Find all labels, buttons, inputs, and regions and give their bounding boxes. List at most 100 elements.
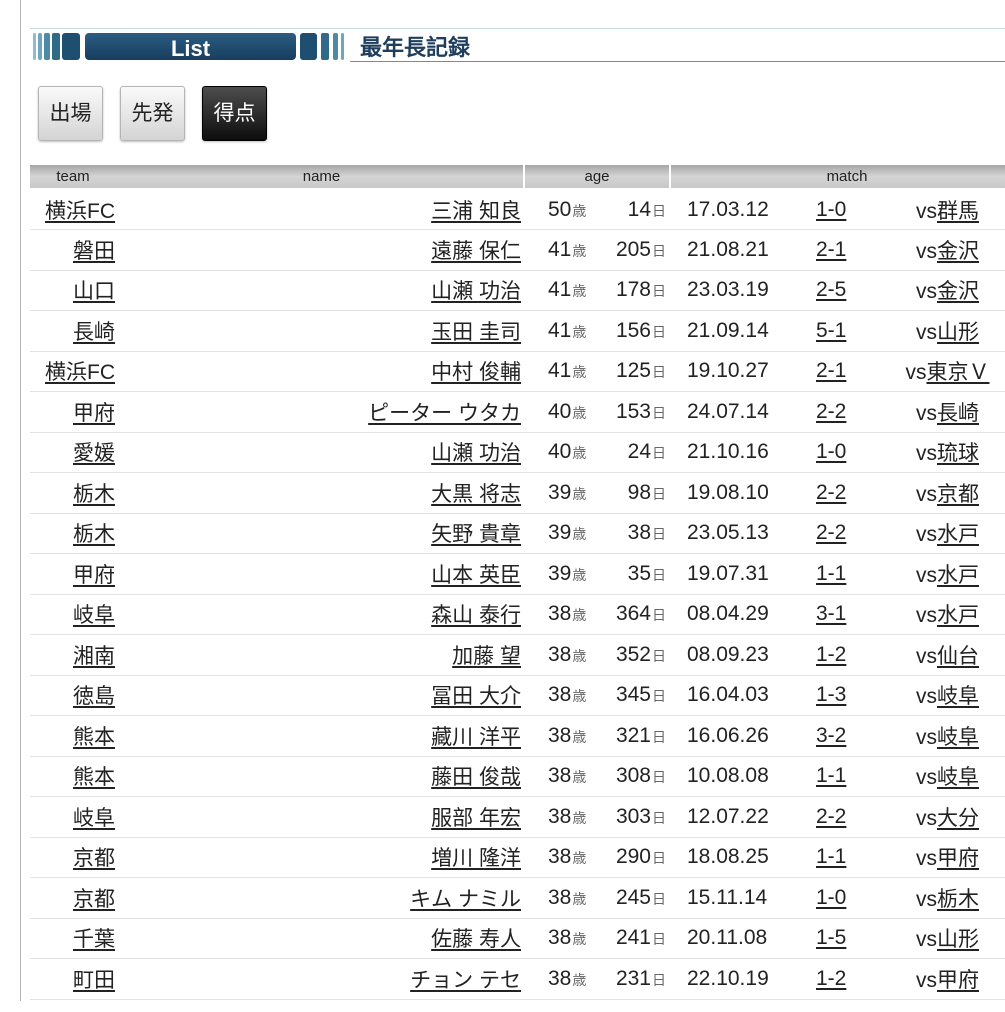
team-link[interactable]: 山口 — [73, 280, 115, 303]
opponent-link[interactable]: 水戸 — [937, 564, 979, 587]
player-link[interactable]: 佐藤 寿人 — [431, 928, 521, 951]
player-link[interactable]: 中村 俊輔 — [431, 361, 521, 384]
opponent-link[interactable]: 岐阜 — [937, 766, 979, 789]
player-link[interactable]: 大黒 将志 — [431, 483, 521, 506]
oldest-records-table: team name age match 横浜FC 三浦 知良 50歳 14日 17.03… — [30, 165, 1005, 1000]
score-link[interactable]: 1-0 — [816, 198, 846, 221]
player-link[interactable]: 増川 隆洋 — [431, 847, 521, 870]
opponent-cell: vs岐阜 — [890, 675, 1005, 716]
team-link[interactable]: 磐田 — [73, 240, 115, 263]
player-link[interactable]: 森山 泰行 — [431, 604, 521, 627]
opponent-link[interactable]: 水戸 — [937, 604, 979, 627]
years-unit: 歳 — [572, 283, 587, 300]
team-link[interactable]: 熊本 — [73, 766, 115, 789]
score-link[interactable]: 1-5 — [816, 926, 846, 949]
team-link[interactable]: 熊本 — [73, 726, 115, 749]
team-link[interactable]: 京都 — [73, 847, 115, 870]
opponent-link[interactable]: 大分 — [937, 807, 979, 830]
score-link[interactable]: 2-2 — [816, 805, 846, 828]
team-link[interactable]: 愛媛 — [73, 442, 115, 465]
team-link[interactable]: 湘南 — [73, 645, 115, 668]
opponent-link[interactable]: 岐阜 — [937, 726, 979, 749]
opponent-link[interactable]: 岐阜 — [937, 685, 979, 708]
age-days: 345 — [615, 683, 651, 707]
age-days-cell: 308日 — [600, 756, 670, 797]
title-underline — [350, 61, 1005, 62]
opponent-link[interactable]: 甲府 — [937, 969, 979, 992]
opponent-cell: vs水戸 — [890, 594, 1005, 635]
player-link[interactable]: 冨田 大介 — [431, 685, 521, 708]
opponent-link[interactable]: 甲府 — [937, 847, 979, 870]
days-unit: 日 — [652, 404, 666, 421]
player-link[interactable]: 服部 年宏 — [431, 807, 521, 830]
years-unit: 歳 — [572, 931, 587, 948]
opponent-link[interactable]: 京都 — [937, 483, 979, 506]
score-link[interactable]: 3-2 — [816, 724, 846, 747]
opponent-link[interactable]: 栃木 — [937, 888, 979, 911]
team-link[interactable]: 京都 — [73, 888, 115, 911]
team-link[interactable]: 甲府 — [73, 402, 115, 425]
opponent-link[interactable]: 水戸 — [937, 523, 979, 546]
team-link[interactable]: 長崎 — [73, 321, 115, 344]
player-link[interactable]: 遠藤 保仁 — [431, 240, 521, 263]
score-link[interactable]: 1-0 — [816, 886, 846, 909]
player-link[interactable]: ピーター ウタカ — [368, 402, 521, 425]
banner-stripe — [333, 33, 338, 60]
opponent-link[interactable]: 長崎 — [937, 402, 979, 425]
score-link[interactable]: 1-0 — [816, 440, 846, 463]
score-link[interactable]: 1-1 — [816, 845, 846, 868]
score-link[interactable]: 2-1 — [816, 359, 846, 382]
opponent-link[interactable]: 仙台 — [937, 645, 979, 668]
score-link[interactable]: 1-2 — [816, 967, 846, 990]
opponent-link[interactable]: 琉球 — [937, 442, 979, 465]
score-link[interactable]: 1-2 — [816, 643, 846, 666]
score-link[interactable]: 3-1 — [816, 602, 846, 625]
player-link[interactable]: 藤田 俊哉 — [431, 766, 521, 789]
tab-goals[interactable]: 得点 — [202, 86, 267, 141]
team-link[interactable]: 岐阜 — [73, 604, 115, 627]
score-link[interactable]: 2-5 — [816, 278, 846, 301]
player-link[interactable]: チョン テセ — [410, 969, 521, 992]
score-link[interactable]: 1-3 — [816, 683, 846, 706]
vs-prefix: vs — [916, 806, 937, 830]
score-link[interactable]: 2-1 — [816, 238, 846, 261]
player-link[interactable]: 山本 英臣 — [431, 564, 521, 587]
team-link[interactable]: 千葉 — [73, 928, 115, 951]
score-link[interactable]: 2-2 — [816, 400, 846, 423]
opponent-link[interactable]: 山形 — [937, 928, 979, 951]
player-link[interactable]: キム ナミル — [410, 888, 521, 911]
score-link[interactable]: 2-2 — [816, 521, 846, 544]
player-link[interactable]: 山瀬 功治 — [431, 442, 521, 465]
opponent-link[interactable]: 金沢 — [937, 240, 979, 263]
team-link[interactable]: 横浜FC — [45, 361, 115, 384]
score-link[interactable]: 1-1 — [816, 764, 846, 787]
player-link[interactable]: 三浦 知良 — [431, 200, 521, 223]
team-cell: 岐阜 — [30, 594, 120, 635]
score-link[interactable]: 1-1 — [816, 562, 846, 585]
player-link[interactable]: 山瀬 功治 — [431, 280, 521, 303]
team-link[interactable]: 甲府 — [73, 564, 115, 587]
team-link[interactable]: 岐阜 — [73, 807, 115, 830]
player-link[interactable]: 玉田 圭司 — [431, 321, 521, 344]
team-link[interactable]: 徳島 — [73, 685, 115, 708]
score-link[interactable]: 2-2 — [816, 481, 846, 504]
player-link[interactable]: 藏川 洋平 — [431, 726, 521, 749]
years-unit: 歳 — [572, 769, 587, 786]
tab-starts[interactable]: 先発 — [120, 86, 185, 141]
score-link[interactable]: 5-1 — [816, 319, 846, 342]
player-cell: 三浦 知良 — [120, 189, 524, 230]
team-link[interactable]: 栃木 — [73, 483, 115, 506]
team-link[interactable]: 横浜FC — [45, 200, 115, 223]
opponent-link[interactable]: 山形 — [937, 321, 979, 344]
opponent-link[interactable]: 群馬 — [937, 200, 979, 223]
age-days: 290 — [615, 845, 651, 869]
score-cell: 2-2 — [800, 796, 890, 838]
team-link[interactable]: 栃木 — [73, 523, 115, 546]
opponent-link[interactable]: 東京Ｖ — [927, 361, 990, 384]
player-link[interactable]: 加藤 望 — [452, 645, 521, 668]
tab-appearances[interactable]: 出場 — [38, 86, 103, 141]
team-link[interactable]: 町田 — [73, 969, 115, 992]
player-link[interactable]: 矢野 貴章 — [431, 523, 521, 546]
opponent-link[interactable]: 金沢 — [937, 280, 979, 303]
match-date: 19.08.10 — [670, 472, 800, 514]
